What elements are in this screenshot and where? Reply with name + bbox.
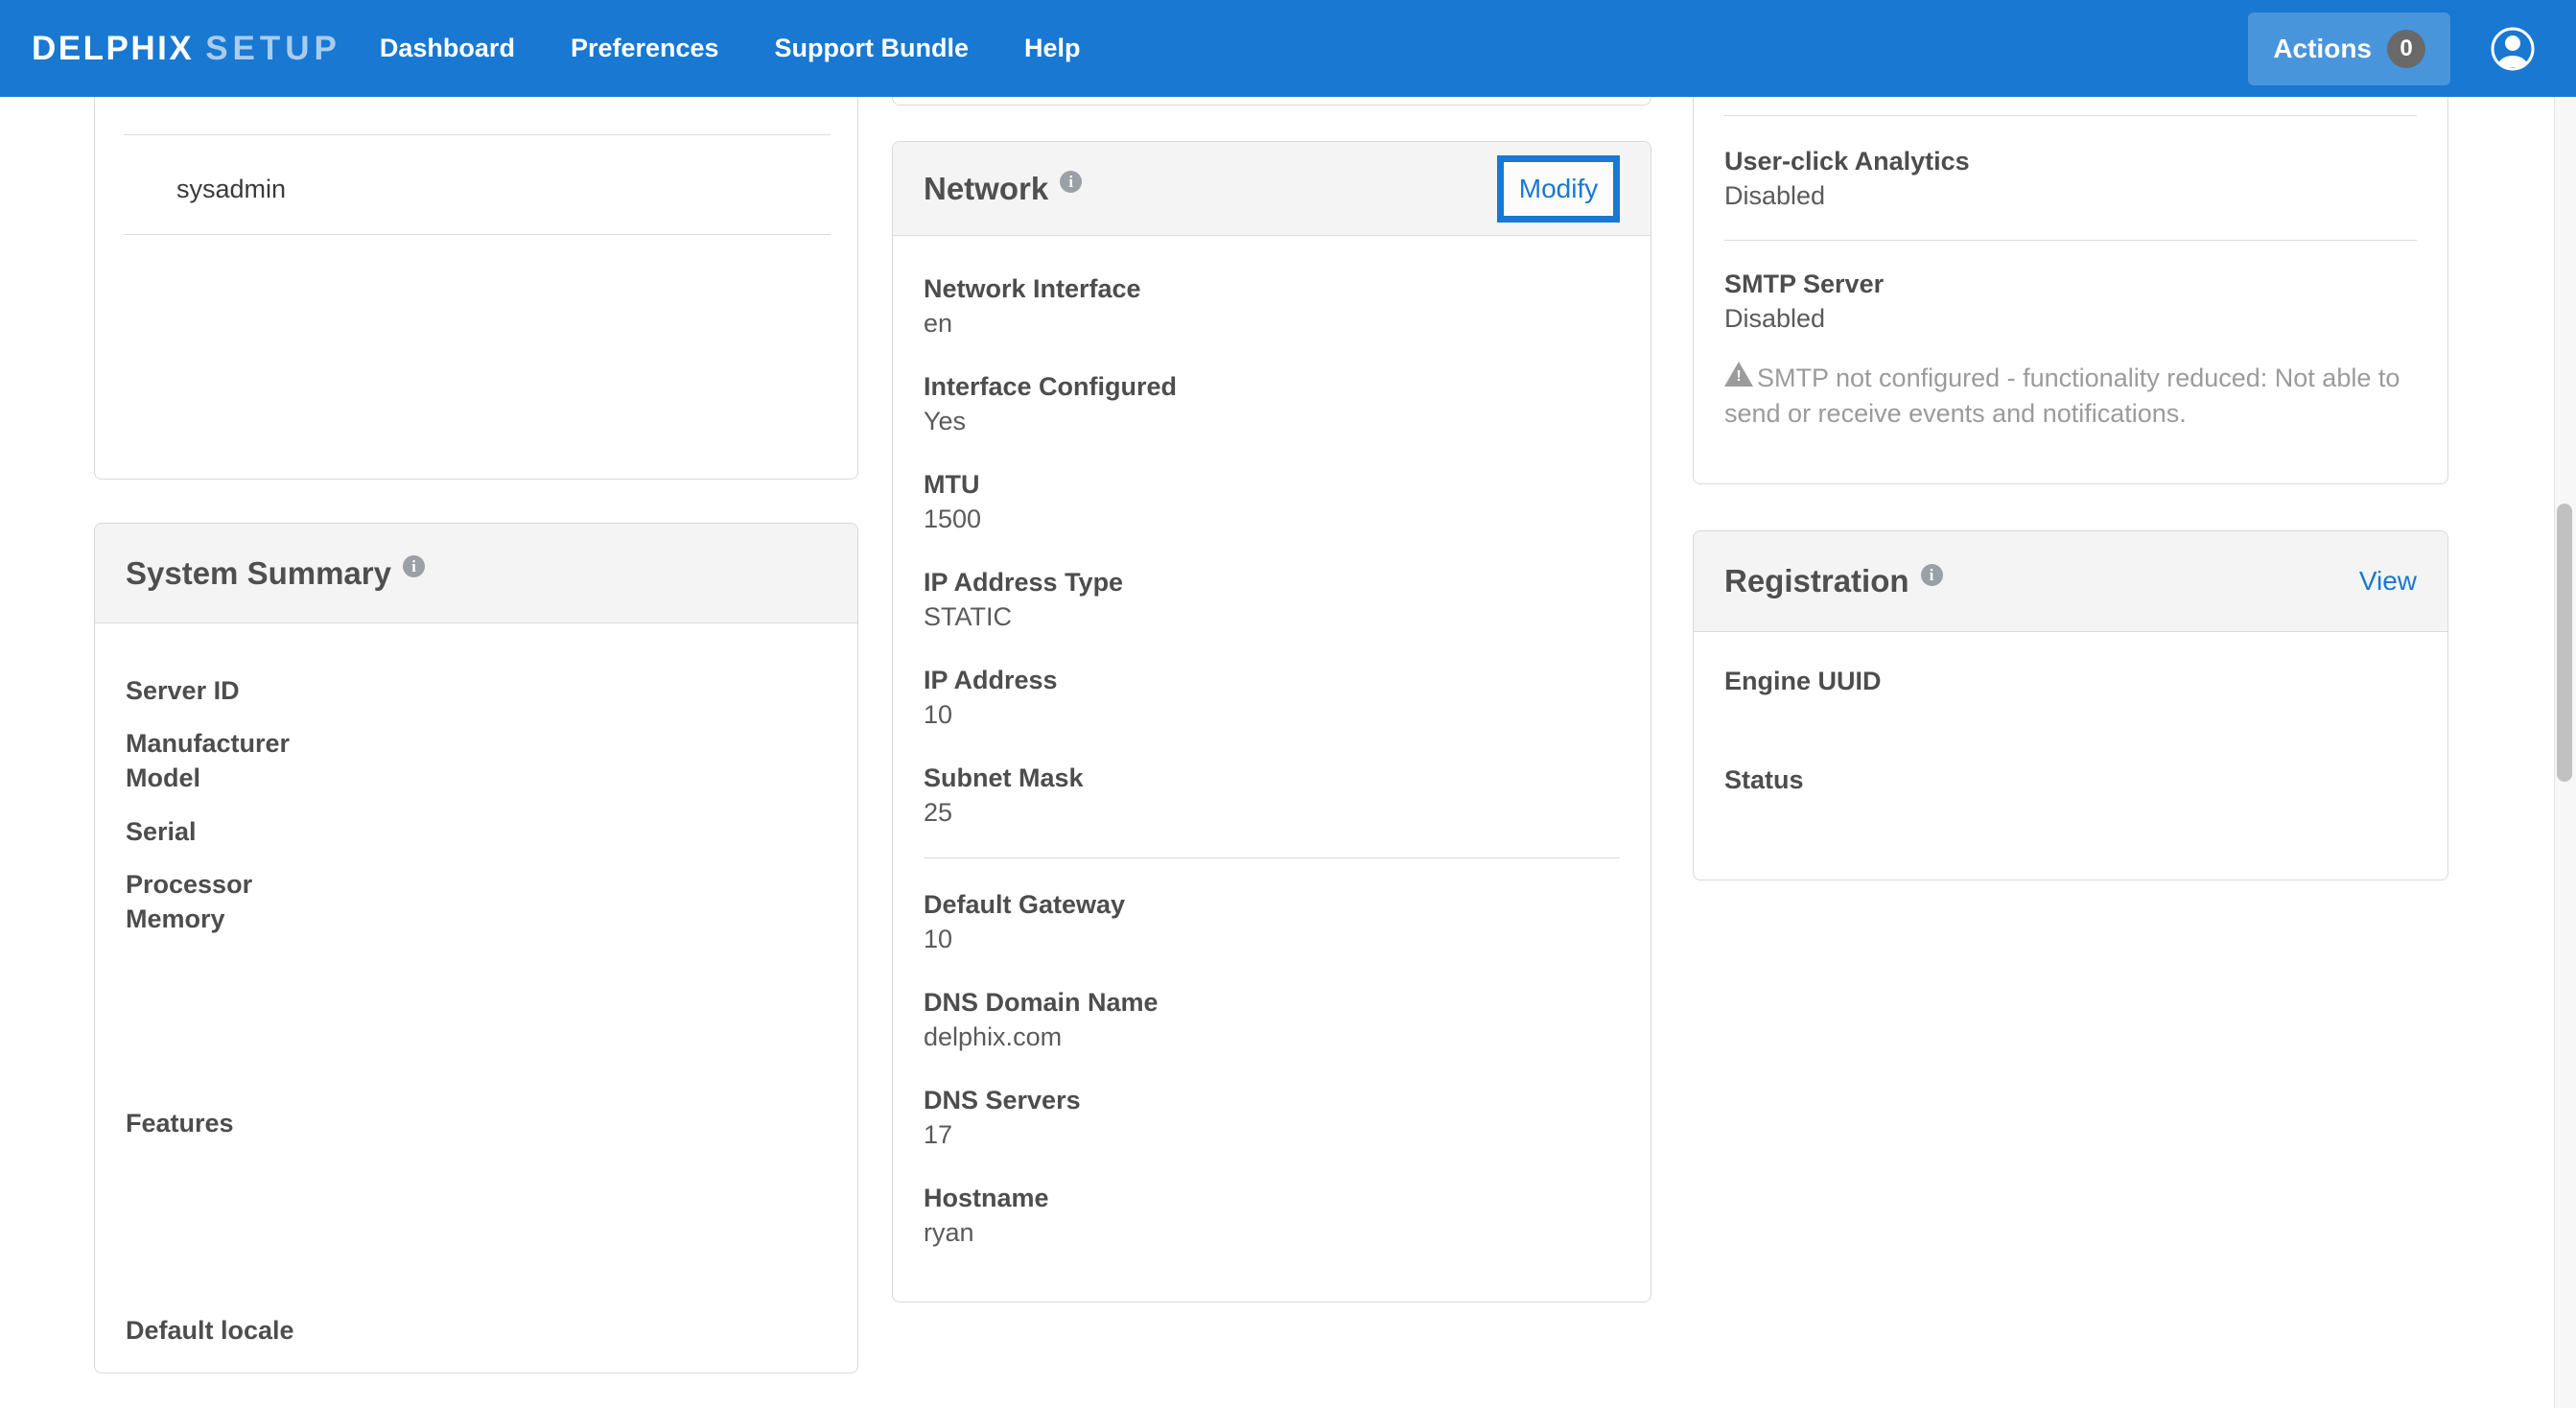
field-default-gateway: Default Gateway 10 xyxy=(924,887,1620,956)
network-card: Network i Modify Network Interface en In… xyxy=(892,141,1651,1302)
label-manufacturer: Manufacturer xyxy=(126,726,290,761)
field-label: DNS Servers xyxy=(924,1083,1620,1117)
field-smtp-server: SMTP Server Disabled xyxy=(1724,267,2417,336)
system-summary-header: System Summary i xyxy=(95,524,857,623)
field-value: ryan xyxy=(924,1215,1620,1250)
user-list-item-sysadmin[interactable]: sysadmin xyxy=(176,172,286,206)
field-user-click-analytics: User-click Analytics Disabled xyxy=(1724,144,2417,213)
nav-item-help[interactable]: Help xyxy=(1024,34,1081,63)
field-value: delphix.com xyxy=(924,1020,1620,1054)
field-label: Hostname xyxy=(924,1181,1620,1215)
view-link[interactable]: View xyxy=(2359,566,2417,597)
label-features: Features xyxy=(126,1106,234,1140)
field-label: MTU xyxy=(924,467,1620,502)
field-value: 10 xyxy=(924,697,1620,732)
field-value: en xyxy=(924,306,1620,340)
field-ip-address: IP Address 10 xyxy=(924,663,1620,732)
label-serial: Serial xyxy=(126,814,197,849)
info-icon[interactable]: i xyxy=(1921,564,1943,586)
user-avatar-icon[interactable] xyxy=(2491,27,2535,71)
warning-message: SMTP not configured - functionality redu… xyxy=(1724,364,2400,428)
field-interface-configured: Interface Configured Yes xyxy=(924,369,1620,438)
field-label: Network Interface xyxy=(924,271,1620,306)
field-hostname: Hostname ryan xyxy=(924,1181,1620,1250)
registration-title: Registration xyxy=(1724,563,1909,599)
modify-button[interactable]: Modify xyxy=(1497,155,1620,223)
registration-header: Registration i View xyxy=(1694,531,2447,632)
nav-item-dashboard[interactable]: Dashboard xyxy=(380,34,515,63)
nav-item-preferences[interactable]: Preferences xyxy=(571,34,719,63)
field-network-interface: Network Interface en xyxy=(924,271,1620,340)
actions-count-badge: 0 xyxy=(2387,30,2425,68)
label-status: Status xyxy=(1724,763,1804,797)
field-label: IP Address Type xyxy=(924,565,1620,599)
field-ip-address-type: IP Address Type STATIC xyxy=(924,565,1620,634)
smtp-warning-text: !SMTP not configured - functionality red… xyxy=(1724,361,2409,432)
system-summary-title: System Summary xyxy=(126,555,391,592)
scrollbar-track[interactable] xyxy=(2554,97,2576,1408)
field-value: 10 xyxy=(924,922,1620,956)
label-server-id: Server ID xyxy=(126,673,240,708)
divider xyxy=(124,234,831,235)
registration-card: Registration i View Engine UUID Status xyxy=(1693,530,2448,880)
actions-button-label: Actions xyxy=(2273,34,2372,64)
label-default-locale: Default locale xyxy=(126,1313,294,1348)
divider xyxy=(1724,115,2417,116)
network-header: Network i Modify xyxy=(893,142,1651,236)
users-card: sysadmin xyxy=(94,81,858,480)
field-value: 25 xyxy=(924,795,1620,830)
label-processor: Processor xyxy=(126,867,252,902)
field-label: Default Gateway xyxy=(924,887,1620,922)
nav-item-support-bundle[interactable]: Support Bundle xyxy=(775,34,969,63)
field-label: Subnet Mask xyxy=(924,761,1620,795)
divider xyxy=(924,857,1620,858)
top-nav: DELPHIX SETUP Dashboard Preferences Supp… xyxy=(0,0,2576,97)
field-value: Disabled xyxy=(1724,301,2417,336)
field-value: 1500 xyxy=(924,502,1620,536)
label-memory: Memory xyxy=(126,902,225,936)
field-label: SMTP Server xyxy=(1724,267,2417,301)
label-model: Model xyxy=(126,761,200,795)
brand-suffix: SETUP xyxy=(205,30,341,68)
field-label: Interface Configured xyxy=(924,369,1620,404)
status-card: User-click Analytics Disabled SMTP Serve… xyxy=(1693,81,2448,484)
field-label: IP Address xyxy=(924,663,1620,697)
system-summary-card: System Summary i Server ID Manufacturer … xyxy=(94,523,858,1373)
field-label: DNS Domain Name xyxy=(924,985,1620,1020)
warning-icon-glyph: ! xyxy=(1733,368,1745,386)
delphix-setup-logo: DELPHIX SETUP xyxy=(32,30,341,68)
field-label: User-click Analytics xyxy=(1724,144,2417,178)
label-engine-uuid: Engine UUID xyxy=(1724,664,1882,698)
field-subnet-mask: Subnet Mask 25 xyxy=(924,761,1620,830)
field-value: Yes xyxy=(924,404,1620,438)
brand-name: DELPHIX xyxy=(32,30,194,68)
scrollbar-thumb[interactable] xyxy=(2557,504,2572,782)
actions-button[interactable]: Actions 0 xyxy=(2248,12,2450,85)
network-title: Network xyxy=(924,171,1048,207)
divider xyxy=(1724,240,2417,241)
info-icon[interactable]: i xyxy=(1060,171,1082,193)
field-dns-servers: DNS Servers 17 xyxy=(924,1083,1620,1152)
field-value: Disabled xyxy=(1724,178,2417,213)
field-mtu: MTU 1500 xyxy=(924,467,1620,536)
info-icon[interactable]: i xyxy=(403,555,425,577)
field-value: STATIC xyxy=(924,599,1620,634)
divider xyxy=(124,134,831,135)
warning-icon: ! xyxy=(1724,362,1753,387)
field-dns-domain-name: DNS Domain Name delphix.com xyxy=(924,985,1620,1054)
field-value: 17 xyxy=(924,1117,1620,1152)
